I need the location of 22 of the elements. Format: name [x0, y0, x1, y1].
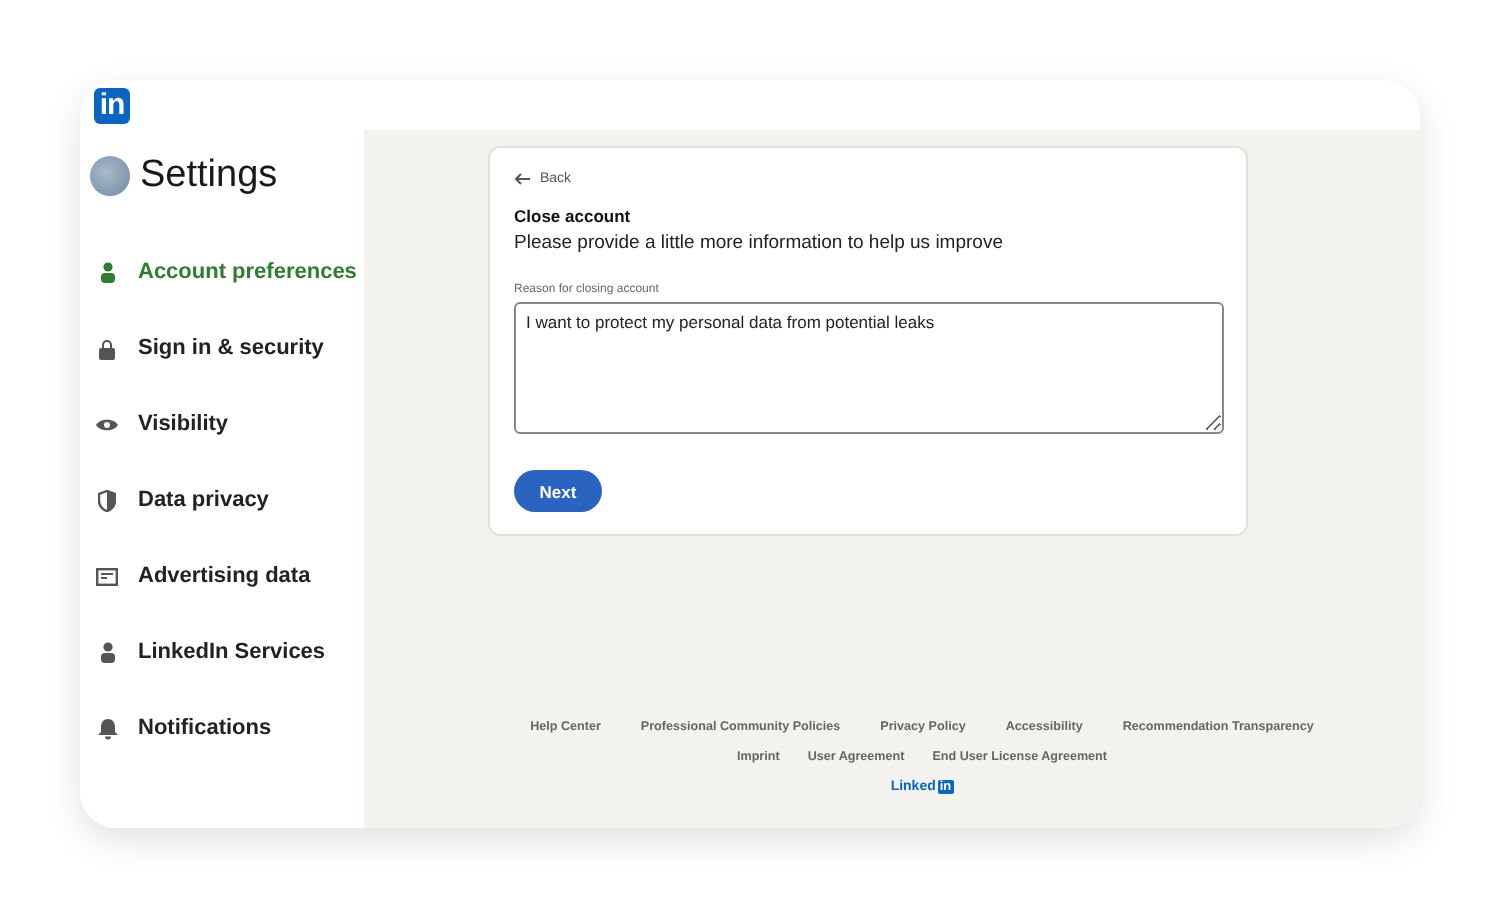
lock-icon: [98, 337, 116, 359]
card-subtitle: Please provide a little more information to help us improve: [514, 232, 1005, 254]
shield-icon: [98, 489, 116, 511]
sidebar-item[interactable]: Sign in & security: [90, 310, 364, 386]
reason-field[interactable]: I want to protect my personal data from potential leaks: [514, 302, 1224, 434]
linkedin-logo[interactable]: in: [94, 87, 130, 123]
sidebar-item[interactable]: Account preferences: [90, 234, 364, 310]
sidebar-item[interactable]: Notifications: [90, 690, 364, 766]
avatar: [90, 156, 130, 196]
sidebar-item[interactable]: Visibility: [90, 386, 364, 462]
back-arrow-icon: [514, 172, 530, 186]
next-button[interactable]: Next: [514, 470, 602, 512]
sidebar-item[interactable]: Advertising data: [90, 538, 364, 614]
person-icon: [99, 641, 115, 663]
card-title: Close account: [514, 206, 633, 226]
eye-icon: [96, 417, 118, 431]
bell-icon: [97, 717, 117, 739]
settings-title: Settings: [140, 154, 278, 198]
advert-icon: [96, 567, 118, 585]
sidebar-item[interactable]: LinkedIn Services: [90, 614, 364, 690]
sidebar-item[interactable]: Data privacy: [90, 462, 364, 538]
person-icon: [99, 261, 115, 283]
